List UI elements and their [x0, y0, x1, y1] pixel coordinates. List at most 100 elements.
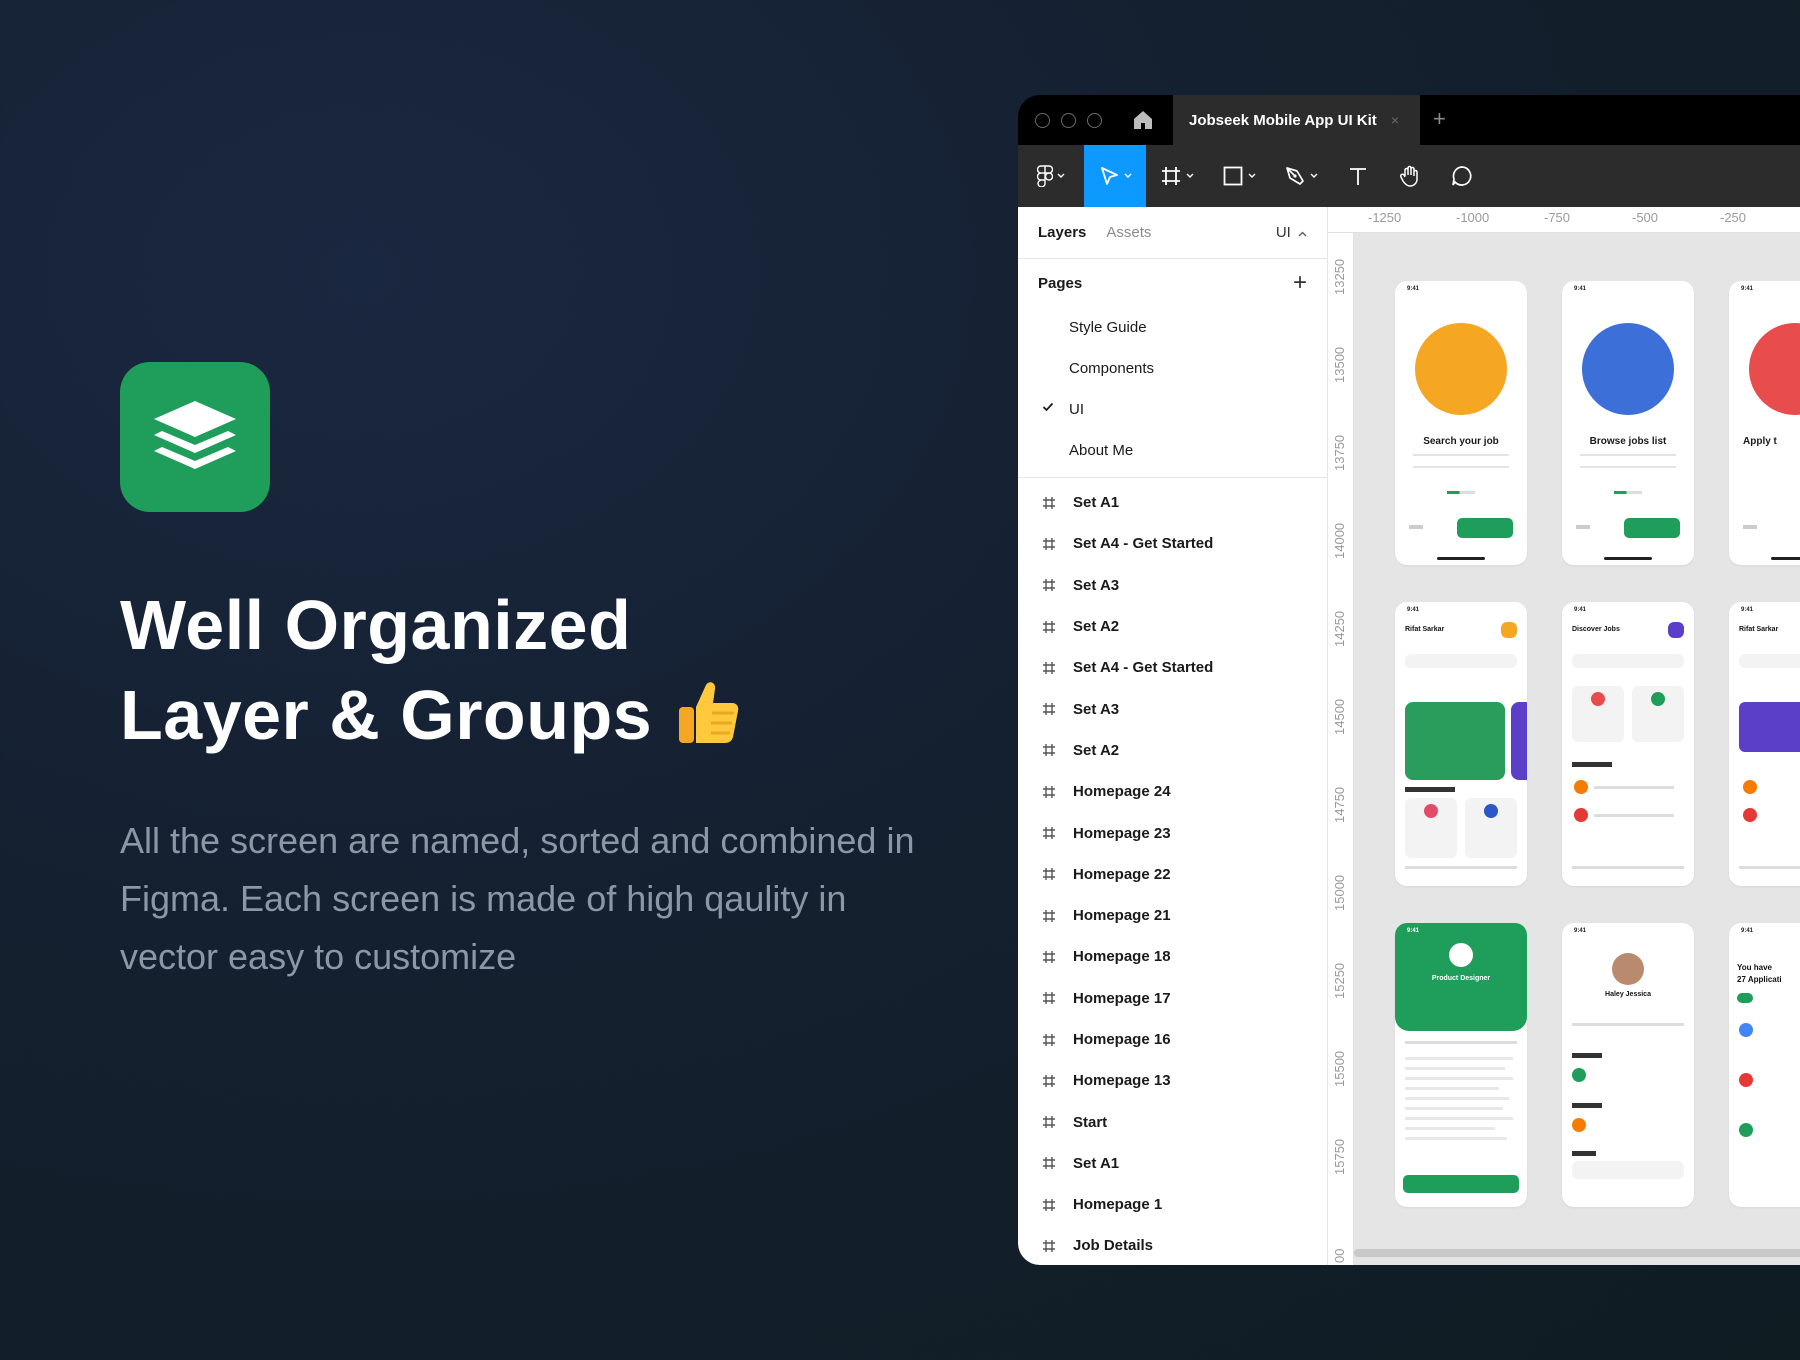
tab-jobseek-file[interactable]: Jobseek Mobile App UI Kit × — [1173, 95, 1420, 145]
layer-item[interactable]: Set A2 — [1018, 730, 1327, 771]
window-close-button[interactable] — [1035, 112, 1050, 128]
ruler-top-label: -1250 — [1368, 210, 1402, 225]
illustration-avatar — [1749, 323, 1800, 415]
layer-item[interactable]: Homepage 21 — [1018, 895, 1327, 936]
layer-item[interactable]: Set A3 — [1018, 565, 1327, 606]
layer-item[interactable]: Set A4 - Get Started — [1018, 647, 1327, 688]
layer-item[interactable]: Set A1 — [1018, 482, 1327, 523]
layer-item[interactable]: Job Details — [1018, 1225, 1327, 1265]
move-cursor-icon — [1101, 167, 1118, 185]
skip-link — [1576, 525, 1590, 529]
layer-item[interactable]: Set A1 — [1018, 1143, 1327, 1184]
canvas[interactable]: -1250 -1000 -750 -500 -250 13250 13500 13750 14… — [1328, 207, 1800, 1265]
section-heading — [1405, 787, 1455, 792]
search-bar — [1739, 654, 1800, 668]
page-item[interactable]: UI — [1018, 389, 1327, 430]
layer-item-label: Homepage 13 — [1073, 1072, 1171, 1090]
ruler-left: 13250 13500 13750 14000 14250 14500 14750 15000… — [1328, 233, 1354, 1265]
layer-item-label: Set A1 — [1073, 494, 1120, 512]
home-icon[interactable] — [1132, 109, 1154, 131]
layer-item-label: Homepage 1 — [1073, 1196, 1163, 1214]
company-logo-icon — [1651, 692, 1665, 706]
tab-assets[interactable]: Assets — [1106, 224, 1151, 241]
screen-home-2[interactable]: 9:41 Discover Jobs — [1562, 602, 1694, 886]
shape-tool-button[interactable] — [1208, 145, 1270, 207]
tabs — [1405, 1041, 1517, 1044]
horizontal-scrollbar[interactable] — [1354, 1249, 1800, 1257]
layer-item-label: Set A2 — [1073, 741, 1120, 759]
featured-job-card — [1739, 702, 1800, 752]
bottom-nav — [1405, 866, 1517, 869]
google-logo-icon — [1449, 943, 1473, 967]
layer-item[interactable]: Set A4 - Get Started — [1018, 523, 1327, 564]
current-page-selector[interactable]: UI — [1276, 224, 1307, 241]
pen-icon — [1286, 167, 1304, 185]
screen-profile[interactable]: 9:41 Haley Jessica — [1562, 923, 1694, 1207]
screen-home-3[interactable]: 9:41 Rifat Sarkar — [1729, 602, 1800, 886]
layer-item[interactable]: Homepage 18 — [1018, 936, 1327, 977]
status-time: 9:41 — [1574, 928, 1587, 934]
current-page-label: UI — [1275, 224, 1291, 241]
main-menu-button[interactable] — [1018, 145, 1084, 207]
layer-item[interactable]: Set A3 — [1018, 688, 1327, 729]
hero-title-line2-text: Layer & Groups — [120, 676, 653, 754]
window-maximize-button[interactable] — [1087, 112, 1102, 128]
page-item[interactable]: About Me — [1018, 430, 1327, 471]
screen-onboarding-2[interactable]: 9:41 Browse jobs list — [1562, 281, 1694, 565]
screen-subtitle — [1580, 454, 1676, 468]
layer-item[interactable]: Homepage 22 — [1018, 854, 1327, 895]
ruler-left-label: 14750 — [1332, 786, 1347, 823]
comment-icon — [1452, 166, 1472, 186]
layer-item[interactable]: Homepage 23 — [1018, 812, 1327, 853]
tab-layers[interactable]: Layers — [1038, 224, 1086, 241]
frame-hash-icon — [1043, 785, 1055, 798]
company-logo-icon — [1424, 804, 1438, 818]
tab-close-icon[interactable]: × — [1391, 112, 1399, 128]
layer-item-label: Set A2 — [1073, 618, 1120, 636]
layer-item[interactable]: Set A2 — [1018, 606, 1327, 647]
layer-item[interactable]: Homepage 1 — [1018, 1184, 1327, 1225]
window-minimize-button[interactable] — [1061, 112, 1076, 128]
chevron-down-icon — [1124, 173, 1132, 178]
new-tab-button[interactable]: + — [1433, 106, 1446, 132]
hand-tool-button[interactable] — [1384, 145, 1436, 207]
rectangle-icon — [1223, 166, 1243, 186]
ruler-left-label: 15750 — [1332, 1138, 1347, 1175]
layer-item[interactable]: Homepage 16 — [1018, 1019, 1327, 1060]
layer-item[interactable]: Homepage 13 — [1018, 1060, 1327, 1101]
text-tool-button[interactable] — [1332, 145, 1384, 207]
screen-home-1[interactable]: 9:41 Rifat Sarkar — [1395, 602, 1527, 886]
pen-tool-button[interactable] — [1270, 145, 1332, 207]
skip-link — [1409, 525, 1423, 529]
page-item[interactable]: Components — [1018, 348, 1327, 389]
layer-item[interactable]: Homepage 17 — [1018, 978, 1327, 1019]
frame-hash-icon — [1043, 661, 1055, 674]
ruler-top-label: -500 — [1632, 210, 1659, 225]
frame-icon — [1162, 167, 1180, 185]
layer-item[interactable]: Start — [1018, 1101, 1327, 1142]
ruler-left-label: 13500 — [1332, 346, 1347, 383]
tab-bar: Jobseek Mobile App UI Kit × + — [1018, 95, 1800, 145]
move-tool-button[interactable] — [1084, 145, 1146, 207]
comment-tool-button[interactable] — [1436, 145, 1488, 207]
frame-tool-button[interactable] — [1146, 145, 1208, 207]
next-button — [1457, 518, 1513, 538]
add-page-button[interactable]: + — [1293, 269, 1307, 297]
company-logo-icon — [1574, 808, 1588, 822]
home-indicator — [1604, 557, 1652, 560]
layer-item-label: Set A4 - Get Started — [1073, 535, 1214, 553]
frame-hash-icon — [1043, 1074, 1055, 1087]
section-heading — [1572, 1103, 1602, 1108]
home-indicator — [1771, 557, 1800, 560]
screen-applications[interactable]: 9:41 You have 27 Applicati — [1729, 923, 1800, 1207]
layer-item[interactable]: Homepage 24 — [1018, 771, 1327, 812]
ruler-left-label: 14250 — [1332, 610, 1347, 647]
applications-heading-2: 27 Applicati — [1737, 975, 1782, 984]
screen-job-details[interactable]: 9:41 Product Designer — [1395, 923, 1527, 1207]
screen-onboarding-1[interactable]: 9:41 Search your job — [1395, 281, 1527, 565]
hand-icon — [1399, 165, 1418, 187]
screen-onboarding-3[interactable]: 9:41 Apply t — [1729, 281, 1800, 565]
frame-hash-icon — [1043, 744, 1055, 757]
next-button — [1624, 518, 1680, 538]
page-item[interactable]: Style Guide — [1018, 307, 1327, 348]
